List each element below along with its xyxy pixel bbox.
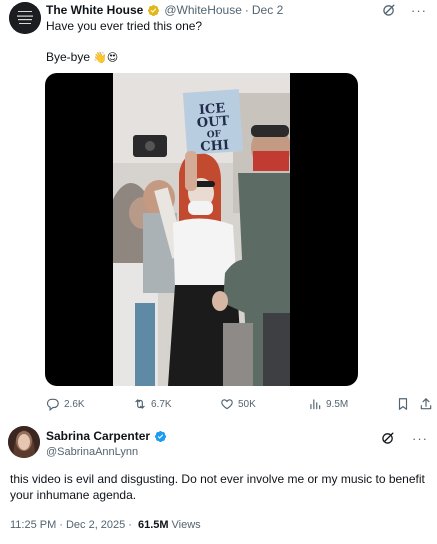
meta-separator-2: · <box>128 519 132 531</box>
post-views-label: Views <box>171 519 201 531</box>
sign-text-line2: OUT <box>196 114 230 131</box>
verified-badge-icon <box>148 4 160 16</box>
main-post-top-actions: ··· <box>380 430 428 446</box>
bookmark-button[interactable] <box>396 397 410 411</box>
quoted-author-name[interactable]: The White House <box>46 3 143 17</box>
reply-button[interactable]: 2.6K <box>46 397 85 411</box>
more-icon[interactable]: ··· <box>411 4 427 17</box>
emoji-wave-heart-eyes: 👋😍 <box>93 51 119 64</box>
post-views-count: 61.5M <box>137 519 169 531</box>
like-icon <box>221 399 233 410</box>
grok-icon[interactable] <box>380 430 396 446</box>
sabrina-carpenter-avatar[interactable] <box>8 426 40 458</box>
main-post-text: this video is evil and disgusting. Do no… <box>10 472 425 502</box>
verified-badge-icon <box>154 430 167 442</box>
bookmark-icon <box>398 398 408 410</box>
post-date[interactable]: Dec 2, 2025 <box>66 519 125 531</box>
quoted-post-header: The White House @WhiteHouse · Dec 2 <box>46 2 283 18</box>
main-author-name[interactable]: Sabrina Carpenter <box>46 429 150 443</box>
quoted-post-top-actions: ··· <box>381 2 427 18</box>
sign-text-line4: CHI <box>200 138 230 155</box>
quoted-post-text-line2: Bye-bye 👋😍 <box>46 50 118 64</box>
protest-video-still: ICE OUT OF CHI <box>113 73 290 386</box>
video-frame: ICE OUT OF CHI <box>113 73 290 386</box>
more-icon[interactable]: ··· <box>412 432 428 445</box>
white-house-seal-icon <box>9 2 41 34</box>
repost-button[interactable]: 6.7K <box>133 397 172 411</box>
like-count: 50K <box>238 398 256 410</box>
quoted-post-action-bar: 2.6K 6.7K 50K 9.5M <box>46 395 432 413</box>
quoted-post-text-bye: Bye-bye <box>46 50 91 64</box>
quoted-post[interactable]: The White House @WhiteHouse · Dec 2 ··· … <box>0 0 437 418</box>
repost-icon <box>135 399 145 409</box>
share-icon <box>420 398 432 410</box>
header-separator: · <box>244 3 249 17</box>
share-button[interactable] <box>419 397 433 411</box>
quoted-post-text-line1: Have you ever tried this one? <box>46 19 203 33</box>
post-metadata: 11:25 PM · Dec 2, 2025 · 61.5M Views <box>10 519 201 531</box>
white-house-avatar[interactable] <box>9 2 41 34</box>
grok-icon[interactable] <box>381 2 397 18</box>
reply-count: 2.6K <box>64 398 85 410</box>
repost-count: 6.7K <box>151 398 172 410</box>
views-button[interactable]: 9.5M <box>308 397 348 411</box>
main-author-handle[interactable]: @SabrinaAnnLynn <box>46 446 138 458</box>
meta-separator-1: · <box>59 519 63 531</box>
video-player[interactable]: ICE OUT OF CHI <box>45 73 358 386</box>
like-button[interactable]: 50K <box>220 397 256 411</box>
profile-photo <box>8 426 40 458</box>
quoted-author-handle[interactable]: @WhiteHouse <box>164 3 242 17</box>
quoted-post-date[interactable]: Dec 2 <box>252 3 283 17</box>
views-icon <box>310 399 321 410</box>
reply-icon <box>46 398 59 411</box>
main-post[interactable]: Sabrina Carpenter @SabrinaAnnLynn ··· th… <box>0 418 437 544</box>
views-count: 9.5M <box>326 398 349 410</box>
post-time[interactable]: 11:25 PM <box>10 519 56 531</box>
main-author-row: Sabrina Carpenter <box>46 429 170 443</box>
